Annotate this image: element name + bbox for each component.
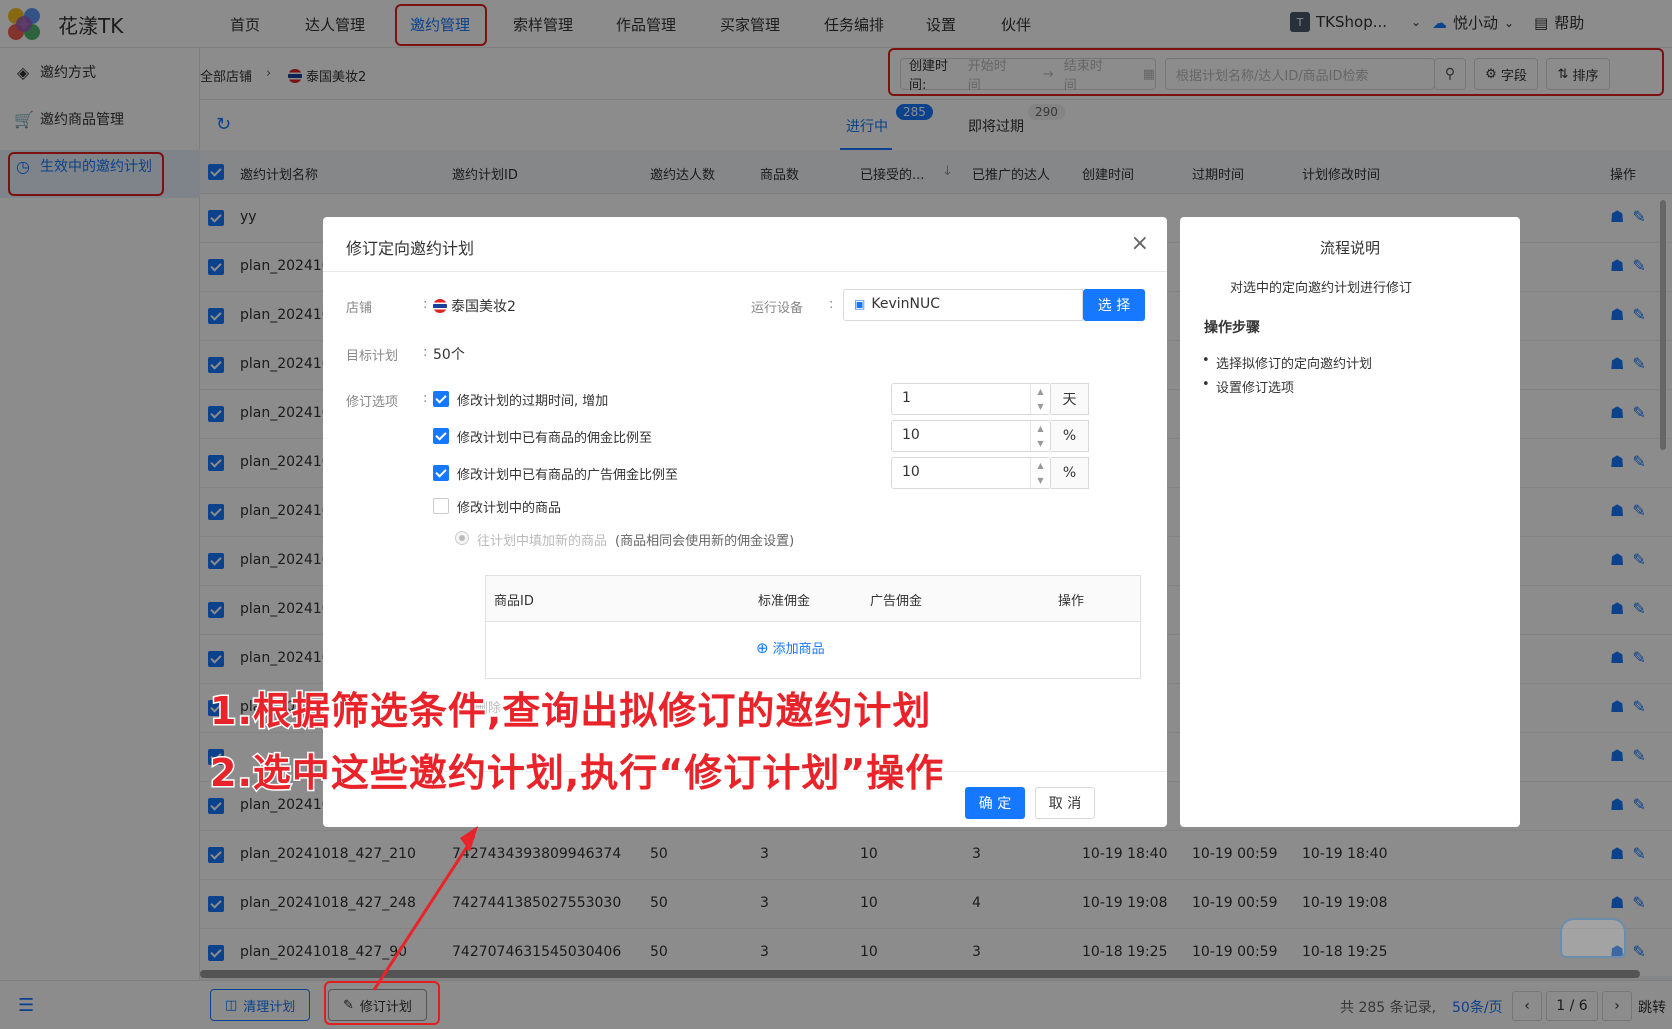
ad-commission-label: 修改计划中已有商品的广告佣金比例至 — [457, 468, 679, 483]
plus-circle-icon: ⊕ — [756, 638, 769, 657]
column-header: 广告佣金 — [870, 594, 923, 609]
cancel-button[interactable]: 取 消 — [1035, 787, 1095, 819]
add-products-note: (商品相同会使用新的佣金设置) — [615, 534, 795, 549]
target-field-label: 目标计划 — [346, 349, 399, 364]
colon-text: : — [829, 297, 834, 312]
target-count: 50个 — [433, 347, 465, 363]
number-stepper[interactable]: ▲ ▼ — [1030, 458, 1050, 488]
annotation-step-2: 2.选中这些邀约计划,执行“修订计划”操作 — [208, 750, 945, 797]
add-product-label: 添加商品 — [772, 642, 825, 657]
column-header: 商品ID — [494, 594, 534, 609]
colon-text: : — [423, 345, 428, 360]
add-product-button[interactable]: ⊕ 添加商品 — [756, 638, 825, 658]
ad-commission-input[interactable]: 10 ▲ ▼ — [891, 457, 1051, 489]
device-field-label: 运行设备 — [751, 301, 804, 316]
expire-time-checkbox[interactable] — [433, 391, 449, 407]
unit-label: % — [1051, 420, 1089, 452]
commission-label: 修改计划中已有商品的佣金比例至 — [457, 431, 653, 446]
products-table: 商品ID 标准佣金 广告佣金 操作 ⊕ 添加商品 — [485, 575, 1141, 679]
caret-down-icon: ▼ — [1037, 402, 1044, 411]
confirm-button[interactable]: 确 定 — [965, 787, 1025, 819]
thai-flag-icon — [433, 299, 447, 313]
expire-time-label: 修改计划的过期时间, 增加 — [457, 394, 609, 409]
commission-value: 10 — [902, 427, 920, 443]
colon-text: : — [423, 391, 428, 406]
computer-icon: ▣ — [854, 297, 866, 311]
shop-field-value: 泰国美妆2 — [433, 296, 516, 316]
dialog-title: 修订定向邀约计划 — [346, 239, 475, 258]
dialog-divider — [323, 271, 1167, 272]
unit-label: % — [1051, 457, 1089, 489]
ad-commission-checkbox[interactable] — [433, 465, 449, 481]
add-products-radio-label: 往计划中填加新的商品 — [477, 534, 608, 549]
modify-products-checkbox[interactable] — [433, 498, 449, 514]
number-stepper[interactable]: ▲ ▼ — [1030, 384, 1050, 414]
unit-label: 天 — [1051, 383, 1089, 415]
commission-input[interactable]: 10 ▲ ▼ — [891, 420, 1051, 452]
column-header: 操作 — [1058, 594, 1085, 609]
add-products-radio[interactable] — [455, 531, 469, 545]
device-name: KevinNUC — [871, 296, 940, 312]
device-field[interactable]: ▣ KevinNUC — [843, 289, 1083, 321]
help-description: 对选中的定向邀约计划进行修订 — [1230, 281, 1413, 296]
revise-button-highlight-box — [324, 981, 440, 1025]
process-help-panel: 流程说明 对选中的定向邀约计划进行修订 操作步骤 选择拟修订的定向邀约计划 设置… — [1180, 217, 1520, 827]
caret-down-icon: ▼ — [1037, 476, 1044, 485]
caret-up-icon: ▲ — [1037, 424, 1044, 433]
shop-field-label: 店铺 — [346, 301, 373, 316]
caret-down-icon: ▼ — [1037, 439, 1044, 448]
assistant-robot-icon[interactable] — [1560, 918, 1626, 958]
help-title: 流程说明 — [1319, 239, 1380, 257]
colon-text: : — [423, 297, 428, 312]
caret-up-icon: ▲ — [1037, 461, 1044, 470]
expire-days-value: 1 — [902, 390, 911, 406]
products-table-header: 商品ID 标准佣金 广告佣金 操作 — [486, 576, 1140, 622]
annotation-step-1: 1.根据筛选条件,查询出拟修订的邀约计划 — [208, 688, 932, 735]
steps-heading: 操作步骤 — [1204, 320, 1260, 336]
close-icon[interactable]: × — [1131, 231, 1149, 256]
options-field-label: 修订选项 — [346, 395, 399, 410]
number-stepper[interactable]: ▲ ▼ — [1030, 421, 1050, 451]
radio-dot — [459, 535, 465, 541]
step-item: 设置修订选项 — [1202, 377, 1294, 396]
commission-checkbox[interactable] — [433, 428, 449, 444]
revise-plan-dialog: 修订定向邀约计划 × 店铺 : 泰国美妆2 运行设备 : ▣ KevinNUC 选… — [323, 217, 1167, 827]
caret-up-icon: ▲ — [1037, 387, 1044, 396]
column-header: 标准佣金 — [758, 594, 811, 609]
select-device-button[interactable]: 选 择 — [1083, 289, 1145, 321]
ad-commission-value: 10 — [902, 464, 920, 480]
expire-days-input[interactable]: 1 ▲ ▼ — [891, 383, 1051, 415]
modify-products-label: 修改计划中的商品 — [457, 501, 562, 516]
shop-name: 泰国美妆2 — [451, 299, 516, 315]
step-item: 选择拟修订的定向邀约计划 — [1202, 353, 1372, 372]
